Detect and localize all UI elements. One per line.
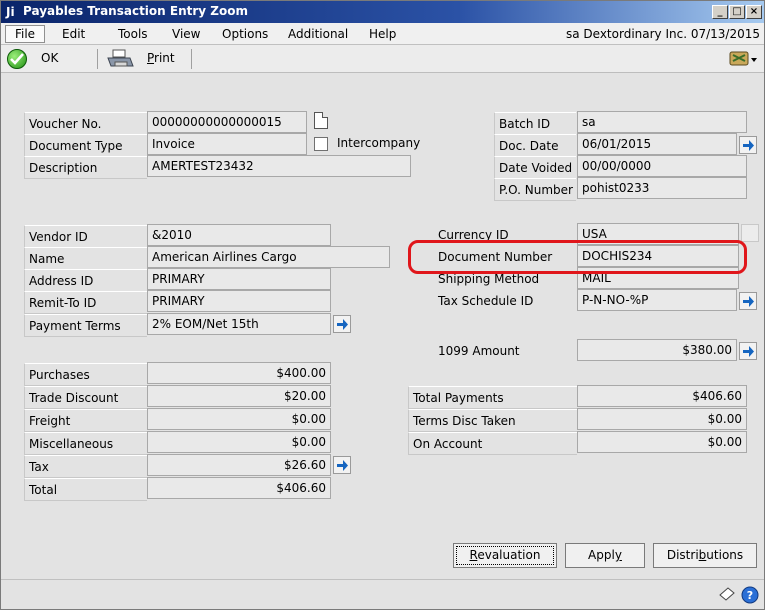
arrow-right-icon — [337, 460, 348, 471]
purchases-field[interactable]: $400.00 — [147, 362, 331, 384]
menu-options[interactable]: Options — [222, 27, 268, 41]
minimize-button[interactable]: _ — [712, 5, 728, 19]
address-id-label: Address ID — [24, 269, 147, 292]
doc-date-label: Doc. Date — [494, 134, 576, 157]
apply-button[interactable]: Apply — [565, 543, 645, 568]
voucher-no-field[interactable]: 00000000000000015 — [147, 111, 307, 133]
title-bar: Ji Payables Transaction Entry Zoom _ □ × — [1, 1, 764, 23]
arrow-right-icon — [743, 346, 754, 357]
doc-date-expand-button[interactable] — [739, 136, 757, 154]
name-label: Name — [24, 247, 147, 270]
document-type-label: Document Type — [24, 134, 147, 157]
vendor-id-label: Vendor ID — [24, 225, 147, 248]
total-label: Total — [24, 478, 147, 501]
date-voided-label: Date Voided — [494, 156, 576, 179]
currency-lookup-button[interactable] — [741, 224, 759, 242]
maximize-button[interactable]: □ — [729, 5, 745, 19]
payment-terms-expand-button[interactable] — [333, 315, 351, 333]
freight-label: Freight — [24, 409, 147, 432]
close-button[interactable]: × — [746, 5, 762, 19]
vendor-name-field[interactable]: American Airlines Cargo — [147, 246, 390, 268]
description-field[interactable]: AMERTEST23432 — [147, 155, 411, 177]
ok-button[interactable]: OK — [41, 51, 58, 65]
window-title: Payables Transaction Entry Zoom — [23, 4, 248, 18]
on-account-field[interactable]: $0.00 — [577, 431, 747, 453]
vendor-id-field[interactable]: &2010 — [147, 224, 331, 246]
intercompany-label: Intercompany — [337, 136, 421, 150]
total-payments-field[interactable]: $406.60 — [577, 385, 747, 407]
voucher-no-label: Voucher No. — [24, 112, 147, 135]
po-number-field[interactable]: pohist0233 — [577, 177, 747, 199]
form-content: Voucher No. 00000000000000015 Document T… — [1, 74, 764, 579]
help-circle-icon[interactable]: ? — [741, 586, 759, 604]
terms-disc-taken-label: Terms Disc Taken — [408, 409, 577, 432]
user-company-date: sa Dextordinary Inc. 07/13/2015 — [566, 27, 760, 41]
arrow-right-icon — [337, 319, 348, 330]
amount-1099-field[interactable]: $380.00 — [577, 339, 737, 361]
app-icon: Ji — [6, 5, 15, 19]
total-field[interactable]: $406.60 — [147, 477, 331, 499]
revaluation-button[interactable]: Revaluation — [453, 543, 557, 568]
batch-id-field[interactable]: sa — [577, 111, 747, 133]
printer-icon[interactable] — [106, 49, 134, 69]
on-account-label: On Account — [408, 432, 577, 455]
menu-bar: File Edit Tools View Options Additional … — [1, 23, 764, 45]
menu-file[interactable]: File — [5, 25, 45, 43]
description-label: Description — [24, 156, 147, 179]
document-number-highlight — [408, 240, 747, 274]
svg-text:?: ? — [747, 589, 753, 602]
toolbar-separator — [97, 49, 98, 69]
remit-to-id-field[interactable]: PRIMARY — [147, 290, 331, 312]
print-button[interactable]: Print — [147, 51, 175, 65]
distributions-button[interactable]: Distributions — [653, 543, 757, 568]
amount-1099-label: 1099 Amount — [434, 340, 576, 363]
payment-terms-field[interactable]: 2% EOM/Net 15th — [147, 313, 331, 335]
intercompany-checkbox[interactable] — [314, 137, 328, 151]
toolbar-separator — [191, 49, 192, 69]
amount-1099-expand-button[interactable] — [739, 342, 757, 360]
doc-date-field[interactable]: 06/01/2015 — [577, 133, 737, 155]
payables-window: Ji Payables Transaction Entry Zoom _ □ ×… — [0, 0, 765, 610]
new-document-icon[interactable] — [314, 112, 328, 129]
document-type-field[interactable]: Invoice — [147, 133, 307, 155]
tax-schedule-id-field[interactable]: P-N-NO-%P — [577, 289, 737, 311]
miscellaneous-field[interactable]: $0.00 — [147, 431, 331, 453]
menu-additional[interactable]: Additional — [288, 27, 348, 41]
note-icon[interactable] — [718, 586, 736, 602]
address-id-field[interactable]: PRIMARY — [147, 268, 331, 290]
freight-field[interactable]: $0.00 — [147, 408, 331, 430]
tax-schedule-expand-button[interactable] — [739, 292, 757, 310]
tax-schedule-id-label: Tax Schedule ID — [434, 290, 576, 313]
date-voided-field[interactable]: 00/00/0000 — [577, 155, 747, 177]
help-pointer-icon[interactable] — [728, 49, 758, 69]
miscellaneous-label: Miscellaneous — [24, 432, 147, 455]
trade-discount-field[interactable]: $20.00 — [147, 385, 331, 407]
tax-label: Tax — [24, 455, 147, 478]
arrow-right-icon — [743, 296, 754, 307]
po-number-label: P.O. Number — [494, 178, 576, 201]
menu-view[interactable]: View — [172, 27, 200, 41]
purchases-label: Purchases — [24, 363, 147, 386]
trade-discount-label: Trade Discount — [24, 386, 147, 409]
terms-disc-taken-field[interactable]: $0.00 — [577, 408, 747, 430]
check-circle-icon[interactable] — [7, 49, 27, 69]
status-bar: ? — [1, 579, 764, 609]
tax-expand-button[interactable] — [333, 456, 351, 474]
tax-field[interactable]: $26.60 — [147, 454, 331, 476]
total-payments-label: Total Payments — [408, 386, 577, 409]
menu-tools[interactable]: Tools — [118, 27, 148, 41]
menu-help[interactable]: Help — [369, 27, 396, 41]
payment-terms-label: Payment Terms — [24, 314, 147, 337]
toolbar: OK Print — [1, 45, 764, 73]
arrow-right-icon — [743, 140, 754, 151]
remit-to-id-label: Remit-To ID — [24, 291, 147, 314]
batch-id-label: Batch ID — [494, 112, 576, 135]
menu-edit[interactable]: Edit — [62, 27, 85, 41]
